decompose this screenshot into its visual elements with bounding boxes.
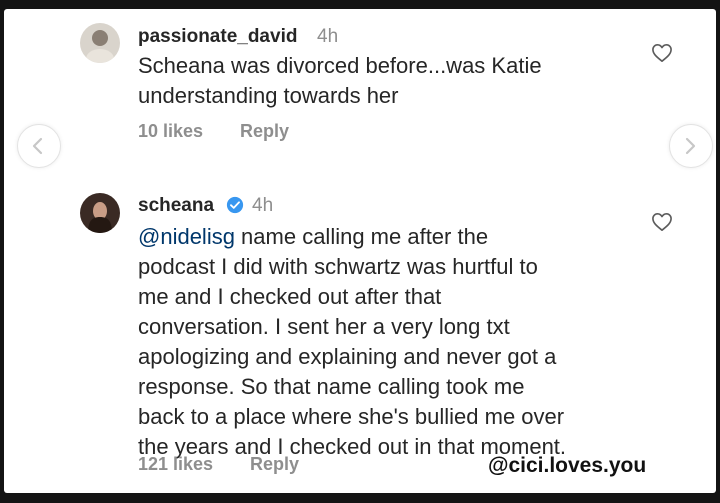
- comment-line: back to a place where she's bullied me o…: [138, 404, 565, 429]
- comment-line: response. So that name calling took me: [138, 374, 525, 399]
- likes-count[interactable]: 121 likes: [138, 454, 213, 475]
- next-button[interactable]: [669, 124, 713, 168]
- comment-line: understanding towards her: [138, 83, 399, 108]
- mention-link[interactable]: @nidelisg: [138, 224, 235, 249]
- comment-time: 4h: [317, 26, 339, 47]
- comment-line: Scheana was divorced before...was Katie: [138, 53, 542, 78]
- chevron-right-icon: [685, 137, 696, 155]
- watermark-text: @cici.loves.you: [488, 454, 647, 477]
- chevron-left-icon: [32, 137, 43, 155]
- heart-outline-icon[interactable]: [651, 212, 673, 232]
- avatar[interactable]: [80, 23, 120, 63]
- comment-line: apologizing and explaining and never got…: [138, 344, 557, 369]
- comment-line: podcast I did with schwartz was hurtful …: [138, 254, 538, 279]
- comment-username[interactable]: passionate_david: [138, 26, 297, 48]
- comment-text: Scheana was divorced before...was Katie …: [138, 51, 542, 111]
- comment-text: @nidelisg name calling me after the podc…: [138, 222, 566, 462]
- comment-line: @nidelisg name calling me after the: [138, 222, 566, 252]
- likes-count[interactable]: 10 likes: [138, 121, 203, 142]
- comment-line-text: name calling me after the: [234, 224, 489, 249]
- reply-button[interactable]: Reply: [250, 454, 299, 475]
- comment-line: me and I checked out after that: [138, 284, 442, 309]
- avatar[interactable]: [80, 193, 120, 233]
- verified-badge-icon: [226, 196, 244, 214]
- comment-time: 4h: [252, 195, 274, 216]
- comment-line: conversation. I sent her a very long txt: [138, 314, 510, 339]
- heart-outline-icon[interactable]: [651, 43, 673, 63]
- comment-username[interactable]: scheana: [138, 195, 214, 217]
- previous-button[interactable]: [17, 124, 61, 168]
- reply-button[interactable]: Reply: [240, 121, 289, 142]
- person-avatar-icon: [80, 193, 120, 233]
- comments-panel: passionate_david 4h Scheana was divorced…: [4, 9, 716, 493]
- person-avatar-icon: [80, 23, 120, 63]
